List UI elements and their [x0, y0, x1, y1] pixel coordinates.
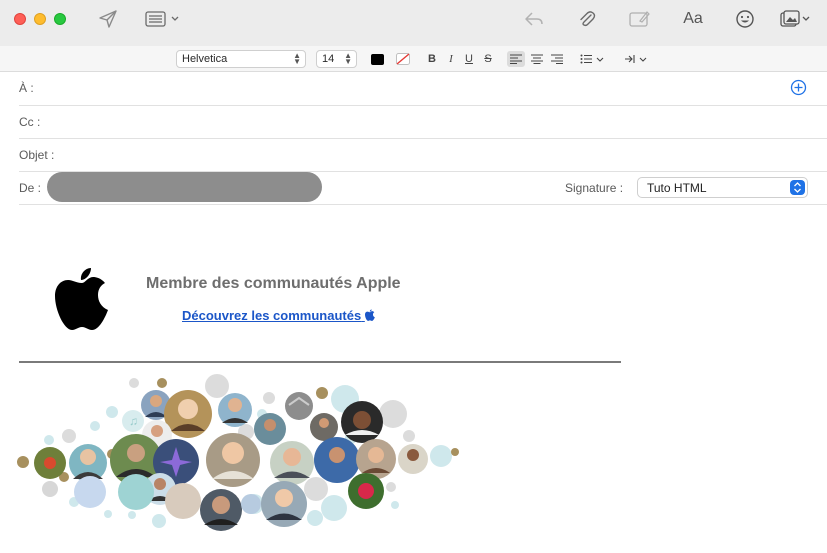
font-size-select[interactable]: 14 ▲ ▼	[316, 50, 357, 68]
from-address-redacted[interactable]	[47, 172, 322, 202]
bold-button[interactable]: B	[426, 51, 438, 67]
no-background-color-icon	[396, 53, 410, 65]
align-left-button[interactable]	[507, 51, 525, 67]
align-right-button[interactable]	[548, 51, 566, 67]
attachment-icon[interactable]	[576, 8, 598, 30]
signature-label: Signature :	[565, 181, 624, 195]
list-style-button[interactable]	[580, 51, 606, 67]
font-family-select[interactable]: Helvetica ▲ ▼	[176, 50, 306, 68]
font-family-value: Helvetica	[182, 53, 228, 65]
signature-title: Membre des communautés Apple	[146, 275, 401, 292]
apple-logo	[55, 266, 109, 335]
communities-link-text: Découvrez les communautés	[182, 308, 362, 323]
photo-browser-icon[interactable]	[780, 8, 810, 30]
background-color-button[interactable]	[395, 51, 411, 67]
indent-button[interactable]	[624, 51, 650, 67]
subject-label: Objet :	[19, 148, 55, 162]
format-text-icon[interactable]: Aa	[680, 8, 706, 30]
cc-label: Cc :	[19, 115, 41, 129]
send-icon[interactable]	[97, 8, 119, 30]
zoom-window-button[interactable]	[54, 13, 66, 25]
underline-button[interactable]: U	[463, 51, 475, 67]
popup-stepper-icon	[790, 180, 805, 195]
apple-logo-small-icon	[364, 309, 375, 321]
window-toolbar: Aa	[0, 0, 827, 46]
align-left-icon	[510, 54, 522, 64]
text-color-button[interactable]	[369, 51, 385, 67]
markup-icon[interactable]	[627, 8, 651, 30]
from-label: De :	[19, 181, 42, 195]
align-center-button[interactable]	[528, 51, 546, 67]
indent-icon	[625, 55, 647, 63]
svg-text:♫: ♫	[129, 414, 138, 428]
format-bar: Helvetica ▲ ▼ 14 ▲ ▼ B I U S	[0, 46, 827, 72]
signature-divider	[19, 361, 621, 363]
align-center-icon	[531, 54, 543, 64]
updown-icon: ▲ ▼	[344, 51, 352, 66]
to-label: À :	[19, 81, 34, 95]
signature-select[interactable]: Tuto HTML	[637, 177, 808, 198]
updown-icon: ▲ ▼	[293, 51, 301, 66]
close-window-button[interactable]	[14, 13, 26, 25]
subject-field[interactable]: Objet :	[19, 139, 827, 172]
to-field[interactable]: À :	[19, 73, 827, 106]
reply-icon[interactable]	[522, 8, 546, 30]
align-right-icon	[551, 54, 563, 64]
header-fields-icon[interactable]	[145, 8, 181, 30]
text-color-swatch	[370, 53, 384, 65]
strikethrough-button[interactable]: S	[482, 51, 494, 67]
signature-selected-value: Tuto HTML	[647, 180, 707, 195]
emoji-icon[interactable]	[734, 8, 756, 30]
from-field: De : Signature : Tuto HTML	[19, 172, 827, 205]
add-contact-icon[interactable]	[790, 79, 807, 101]
cc-field[interactable]: Cc :	[19, 106, 827, 139]
communities-link[interactable]: Découvrez les communautés	[182, 308, 375, 323]
italic-button[interactable]: I	[445, 51, 457, 67]
bullet-list-icon	[580, 54, 604, 64]
minimize-window-button[interactable]	[34, 13, 46, 25]
community-members-collage: ♫	[17, 374, 459, 531]
font-size-value: 14	[322, 53, 335, 65]
